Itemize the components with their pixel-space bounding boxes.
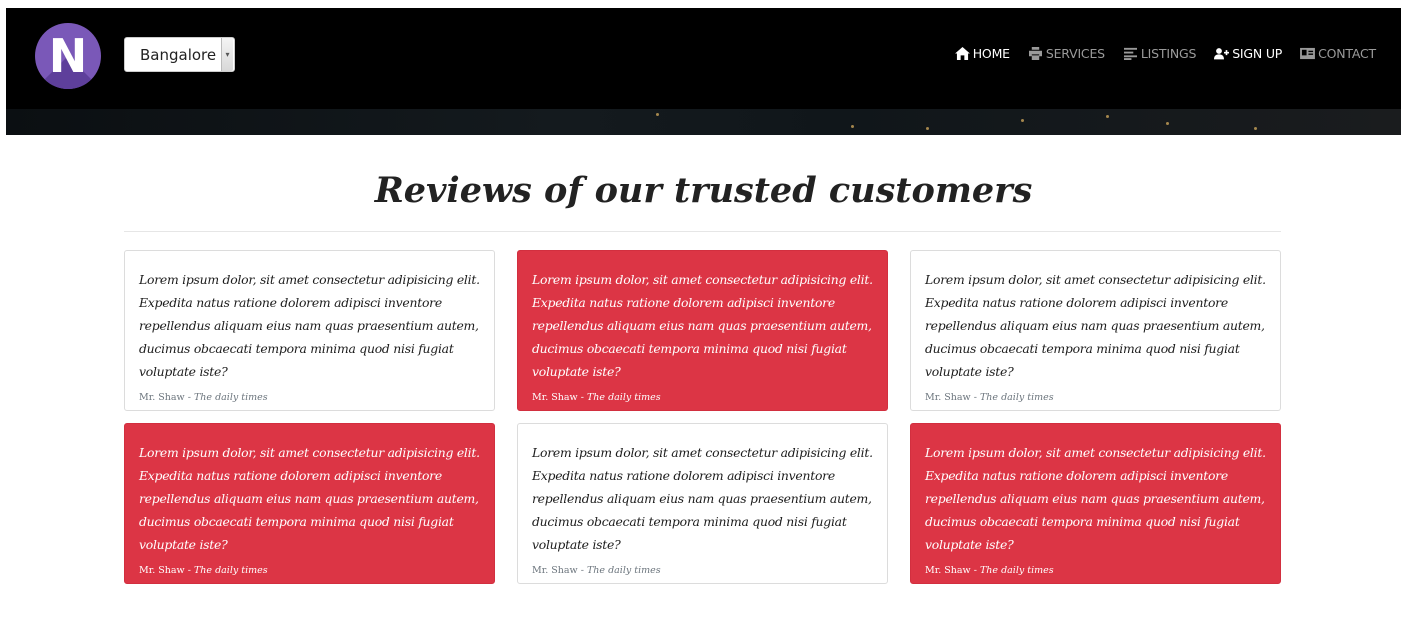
review-card: Lorem ipsum dolor, sit amet consectetur … bbox=[910, 250, 1281, 411]
site-logo[interactable]: N bbox=[35, 23, 101, 89]
review-card: Lorem ipsum dolor, sit amet consectetur … bbox=[517, 250, 888, 411]
nav-item-signup[interactable]: SIGN UP bbox=[1214, 46, 1282, 61]
print-icon bbox=[1028, 47, 1042, 60]
nav-label-signup: SIGN UP bbox=[1232, 46, 1283, 61]
review-author: Mr. Shaw bbox=[925, 392, 971, 403]
user-plus-icon bbox=[1214, 48, 1230, 60]
review-citation: Mr. Shaw - The daily times bbox=[139, 392, 268, 403]
review-text: Lorem ipsum dolor, sit amet consectetur … bbox=[139, 445, 480, 552]
review-author: Mr. Shaw bbox=[925, 565, 971, 576]
nav-label-contact: CONTACT bbox=[1318, 46, 1376, 61]
review-text: Lorem ipsum dolor, sit amet consectetur … bbox=[925, 272, 1266, 379]
home-icon bbox=[954, 47, 970, 60]
review-author: Mr. Shaw bbox=[139, 565, 185, 576]
nav-item-services[interactable]: SERVICES bbox=[1028, 46, 1105, 61]
review-citation: Mr. Shaw - The daily times bbox=[532, 565, 661, 576]
review-card: Lorem ipsum dolor, sit amet consectetur … bbox=[124, 423, 495, 584]
review-card: Lorem ipsum dolor, sit amet consectetur … bbox=[910, 423, 1281, 584]
review-citation: Mr. Shaw - The daily times bbox=[925, 565, 1054, 576]
review-source: The daily times bbox=[979, 565, 1054, 576]
nav-item-home[interactable]: HOME bbox=[954, 46, 1010, 61]
review-source: The daily times bbox=[979, 392, 1054, 403]
navbar: N Bangalore ▾ HOME SERVICES LISTINGS SIG… bbox=[6, 8, 1401, 135]
review-text: Lorem ipsum dolor, sit amet consectetur … bbox=[532, 272, 873, 379]
nav-item-contact[interactable]: CONTACT bbox=[1300, 46, 1376, 61]
review-source: The daily times bbox=[586, 392, 661, 403]
review-author: Mr. Shaw bbox=[139, 392, 185, 403]
city-select[interactable]: Bangalore ▾ bbox=[124, 37, 235, 72]
list-icon bbox=[1123, 47, 1137, 60]
review-card: Lorem ipsum dolor, sit amet consectetur … bbox=[517, 423, 888, 584]
review-text: Lorem ipsum dolor, sit amet consectetur … bbox=[532, 445, 873, 552]
logo-letter: N bbox=[48, 29, 88, 83]
review-source: The daily times bbox=[586, 565, 661, 576]
review-citation: Mr. Shaw - The daily times bbox=[925, 392, 1054, 403]
review-text: Lorem ipsum dolor, sit amet consectetur … bbox=[139, 272, 480, 379]
review-citation: Mr. Shaw - The daily times bbox=[139, 565, 268, 576]
review-author: Mr. Shaw bbox=[532, 392, 578, 403]
reviews-title: Reviews of our trusted customers bbox=[374, 170, 1033, 211]
chevron-down-icon[interactable]: ▾ bbox=[221, 38, 233, 71]
id-card-icon bbox=[1300, 47, 1316, 60]
review-source: The daily times bbox=[193, 565, 268, 576]
main-nav: HOME SERVICES LISTINGS SIGN UP CONTACT bbox=[937, 46, 1376, 61]
nav-label-home: HOME bbox=[972, 46, 1010, 61]
nav-label-listings: LISTINGS bbox=[1140, 46, 1197, 61]
nav-item-listings[interactable]: LISTINGS bbox=[1123, 46, 1196, 61]
review-text: Lorem ipsum dolor, sit amet consectetur … bbox=[925, 445, 1266, 552]
review-card: Lorem ipsum dolor, sit amet consectetur … bbox=[124, 250, 495, 411]
banner-strip bbox=[6, 109, 1401, 135]
review-source: The daily times bbox=[193, 392, 268, 403]
title-divider bbox=[124, 231, 1281, 232]
nav-label-services: SERVICES bbox=[1045, 46, 1105, 61]
review-author: Mr. Shaw bbox=[532, 565, 578, 576]
review-citation: Mr. Shaw - The daily times bbox=[532, 392, 661, 403]
city-select-value: Bangalore bbox=[140, 45, 217, 64]
